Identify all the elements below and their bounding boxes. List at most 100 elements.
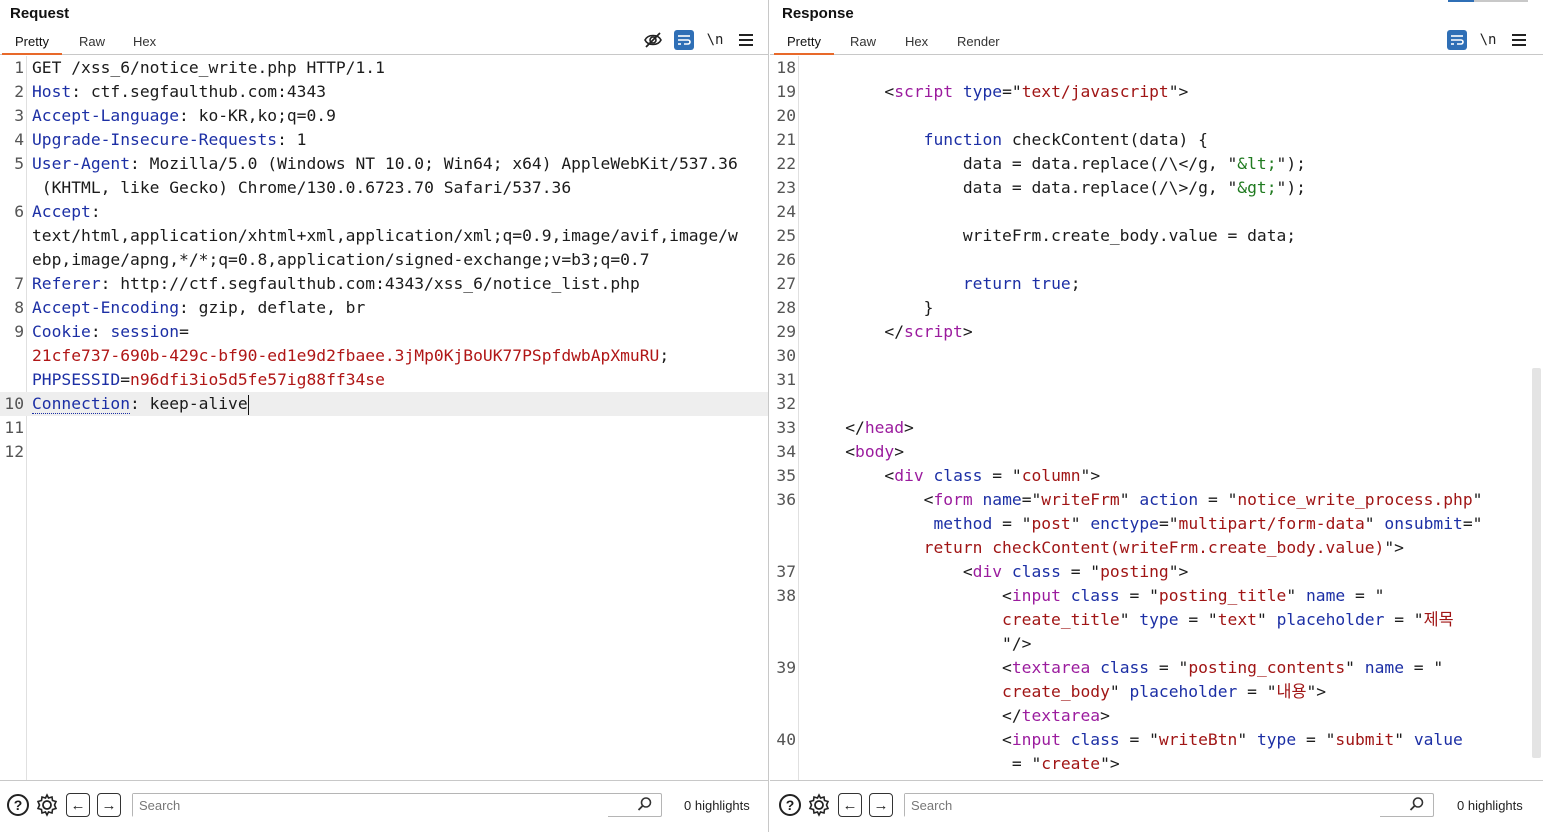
hamburger-menu-icon[interactable] bbox=[1509, 30, 1529, 50]
code-line[interactable]: 37 <div class = "posting"> bbox=[770, 560, 1543, 584]
code-line[interactable]: create_body" placeholder = "내용"> bbox=[770, 680, 1543, 704]
code-line[interactable]: 28 } bbox=[770, 296, 1543, 320]
search-icon[interactable] bbox=[1409, 796, 1425, 816]
gear-icon[interactable] bbox=[35, 793, 59, 817]
line-code: } bbox=[806, 296, 934, 320]
code-line[interactable]: 6 Accept: bbox=[0, 200, 768, 224]
code-line[interactable]: 31 bbox=[770, 368, 1543, 392]
code-line[interactable]: 2 Host: ctf.segfaulthub.com:4343 bbox=[0, 80, 768, 104]
code-line[interactable]: 40 <input class = "writeBtn" type = "sub… bbox=[770, 728, 1543, 752]
word-wrap-icon[interactable] bbox=[1447, 30, 1467, 50]
newline-toggle[interactable]: \n bbox=[1478, 30, 1498, 50]
code-line[interactable]: 9 Cookie: session= bbox=[0, 320, 768, 344]
code-line[interactable]: 30 bbox=[770, 344, 1543, 368]
response-tab-bar: Pretty Raw Hex Render \n bbox=[770, 30, 1543, 55]
code-line[interactable]: 22 data = data.replace(/\</g, "&lt;"); bbox=[770, 152, 1543, 176]
code-line[interactable]: 20 bbox=[770, 104, 1543, 128]
arrow-left-icon[interactable]: ← bbox=[838, 793, 862, 817]
code-line[interactable]: 27 return true; bbox=[770, 272, 1543, 296]
code-token: action bbox=[1139, 490, 1199, 509]
code-line[interactable]: 12 bbox=[0, 440, 768, 464]
response-search-input[interactable] bbox=[905, 794, 1381, 817]
code-token: " bbox=[1119, 490, 1140, 509]
code-line[interactable]: create_title" type = "text" placeholder … bbox=[770, 608, 1543, 632]
code-line[interactable]: 33 </head> bbox=[770, 416, 1543, 440]
arrow-left-icon[interactable]: ← bbox=[66, 793, 90, 817]
request-tab-hex[interactable]: Hex bbox=[133, 34, 156, 49]
response-tab-pretty[interactable]: Pretty bbox=[787, 34, 821, 49]
hamburger-menu-icon[interactable] bbox=[736, 30, 756, 50]
line-number: 22 bbox=[776, 154, 796, 173]
code-line[interactable]: 36 <form name="writeFrm" action = "notic… bbox=[770, 488, 1543, 512]
code-line[interactable]: 10 Connection: keep-alive bbox=[0, 392, 768, 416]
code-token: true bbox=[1031, 274, 1071, 293]
newline-toggle[interactable]: \n bbox=[705, 30, 725, 50]
code-token: > bbox=[1100, 706, 1110, 725]
code-line[interactable]: 23 data = data.replace(/\>/g, "&gt;"); bbox=[770, 176, 1543, 200]
search-icon[interactable] bbox=[637, 796, 653, 816]
code-line[interactable]: 25 writeFrm.create_body.value = data; bbox=[770, 224, 1543, 248]
line-number: 31 bbox=[776, 370, 796, 389]
code-line[interactable]: 35 <div class = "column"> bbox=[770, 464, 1543, 488]
code-line[interactable]: 24 bbox=[770, 200, 1543, 224]
code-token: name bbox=[1364, 658, 1404, 677]
code-line[interactable]: method = "post" enctype="multipart/form-… bbox=[770, 512, 1543, 536]
code-line[interactable]: (KHTML, like Gecko) Chrome/130.0.6723.70… bbox=[0, 176, 768, 200]
request-tab-pretty[interactable]: Pretty bbox=[15, 34, 49, 49]
code-token: </ bbox=[806, 418, 865, 437]
code-token: checkContent(data) { bbox=[1002, 130, 1208, 149]
code-line[interactable]: 11 bbox=[0, 416, 768, 440]
request-tab-raw[interactable]: Raw bbox=[79, 34, 105, 49]
line-number: 18 bbox=[776, 58, 796, 77]
code-token: " bbox=[1237, 730, 1257, 749]
code-line[interactable]: text/html,application/xhtml+xml,applicat… bbox=[0, 224, 768, 248]
gear-icon[interactable] bbox=[807, 793, 831, 817]
eye-off-icon[interactable] bbox=[643, 30, 663, 50]
code-line[interactable]: 3 Accept-Language: ko-KR,ko;q=0.9 bbox=[0, 104, 768, 128]
request-editor[interactable]: 1 GET /xss_6/notice_write.php HTTP/1.1 2 Ho… bbox=[0, 56, 768, 780]
code-line[interactable]: 7 Referer: http://ctf.segfaulthub.com:434… bbox=[0, 272, 768, 296]
help-icon[interactable]: ? bbox=[778, 793, 802, 817]
code-line[interactable]: "/> bbox=[770, 632, 1543, 656]
line-code: Accept-Encoding: gzip, deflate, br bbox=[32, 296, 365, 320]
request-search-input[interactable] bbox=[133, 794, 609, 817]
code-line[interactable]: 39 <textarea class = "posting_contents" … bbox=[770, 656, 1543, 680]
word-wrap-icon[interactable] bbox=[674, 30, 694, 50]
code-line[interactable]: 8 Accept-Encoding: gzip, deflate, br bbox=[0, 296, 768, 320]
response-editor[interactable]: 18 19 <script type="text/javascript"> 20 21… bbox=[770, 56, 1543, 780]
code-line[interactable]: PHPSESSID=n96dfi3io5d5fe57ig88ff34se bbox=[0, 368, 768, 392]
code-line[interactable]: 21cfe737-690b-429c-bf90-ed1e9d2fbaee.3jM… bbox=[0, 344, 768, 368]
code-line[interactable]: 29 </script> bbox=[770, 320, 1543, 344]
code-line[interactable]: 34 <body> bbox=[770, 440, 1543, 464]
code-line[interactable]: return checkContent(writeFrm.create_body… bbox=[770, 536, 1543, 560]
help-icon[interactable]: ? bbox=[6, 793, 30, 817]
code-line[interactable]: </textarea> bbox=[770, 704, 1543, 728]
arrow-right-icon[interactable]: → bbox=[869, 793, 893, 817]
code-line[interactable]: 26 bbox=[770, 248, 1543, 272]
line-number: 7 bbox=[14, 274, 24, 293]
code-line[interactable]: 5 User-Agent: Mozilla/5.0 (Windows NT 10.… bbox=[0, 152, 768, 176]
code-line[interactable]: 21 function checkContent(data) { bbox=[770, 128, 1543, 152]
code-token: : keep-alive bbox=[130, 394, 248, 413]
code-line[interactable]: 32 bbox=[770, 392, 1543, 416]
line-code: <input class = "writeBtn" type = "submit… bbox=[806, 728, 1463, 752]
code-line[interactable]: = "create"> bbox=[770, 752, 1543, 776]
request-active-tab-underline bbox=[2, 53, 62, 55]
code-line[interactable]: 38 <input class = "posting_title" name =… bbox=[770, 584, 1543, 608]
response-tab-raw[interactable]: Raw bbox=[850, 34, 876, 49]
code-token: " bbox=[1286, 586, 1306, 605]
arrow-right-icon[interactable]: → bbox=[97, 793, 121, 817]
line-code: </head> bbox=[806, 416, 914, 440]
response-tab-render[interactable]: Render bbox=[957, 34, 1000, 49]
code-line[interactable]: 19 <script type="text/javascript"> bbox=[770, 80, 1543, 104]
code-line[interactable]: 18 bbox=[770, 56, 1543, 80]
code-token: " bbox=[1109, 682, 1130, 701]
line-number: 6 bbox=[14, 202, 24, 221]
code-line[interactable]: 1 GET /xss_6/notice_write.php HTTP/1.1 bbox=[0, 56, 768, 80]
code-line[interactable]: ebp,image/apng,*/*;q=0.8,application/sig… bbox=[0, 248, 768, 272]
response-scrollbar[interactable] bbox=[1532, 368, 1541, 758]
request-title: Request bbox=[10, 5, 70, 22]
response-tab-hex[interactable]: Hex bbox=[905, 34, 928, 49]
code-line[interactable]: 4 Upgrade-Insecure-Requests: 1 bbox=[0, 128, 768, 152]
